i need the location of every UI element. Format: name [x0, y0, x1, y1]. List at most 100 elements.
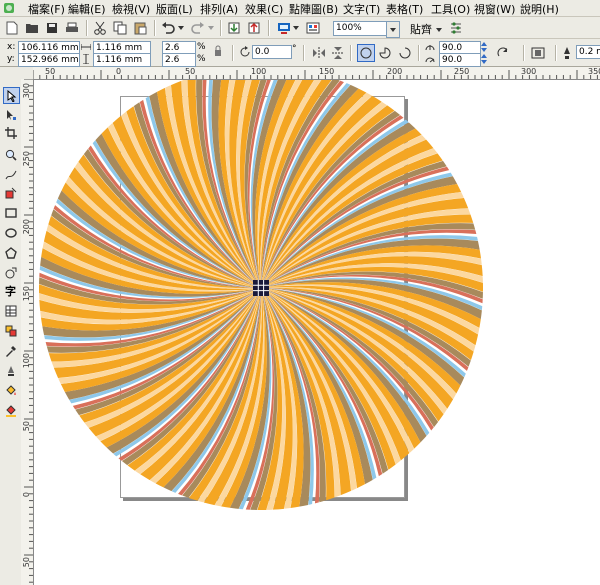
- ruler-h-label: 150: [319, 67, 335, 76]
- undo-icon[interactable]: [160, 20, 176, 36]
- polygon-tool-icon[interactable]: [3, 245, 18, 260]
- swirl-flower-artwork[interactable]: [34, 80, 600, 585]
- shape-tool-icon[interactable]: [3, 107, 18, 122]
- mirror-horizontal-icon[interactable]: [311, 45, 327, 61]
- x-position-label: x:: [7, 42, 16, 52]
- menu-bar: 檔案(F) 編輯(E) 檢視(V) 版面(L) 排列(A) 效果(C) 點陣圖(…: [0, 0, 600, 17]
- toolbox: 字: [0, 67, 22, 585]
- zoom-tool-icon[interactable]: [3, 147, 18, 162]
- launcher-dropdown-icon[interactable]: [292, 20, 300, 36]
- export-icon[interactable]: [246, 20, 262, 36]
- print-icon[interactable]: [64, 20, 80, 36]
- vertical-ruler[interactable]: 300 250 200 150 100 50 0 50: [21, 79, 34, 585]
- standard-toolbar: 100% 貼齊: [0, 17, 600, 39]
- ruler-h-label: 300: [521, 67, 537, 76]
- outline-width-icon: [562, 45, 572, 61]
- menu-table[interactable]: 表格(T): [386, 1, 423, 17]
- property-bar: x: y: 106.116 mm 152.966 mm 1.116 mm 1.1…: [0, 39, 600, 67]
- width-icon: [80, 41, 92, 53]
- toolbar-separator: [86, 20, 88, 36]
- rotation-angle-field[interactable]: 0.0: [252, 45, 292, 59]
- redo-dropdown-icon[interactable]: [207, 20, 215, 36]
- application-launcher-icon[interactable]: [276, 20, 292, 36]
- horizontal-ruler[interactable]: 50 0 50 100 150 200 250 300 350: [33, 67, 600, 80]
- lock-ratio-icon[interactable]: [211, 44, 225, 58]
- ruler-v-label: 250: [22, 151, 31, 167]
- end-angle-field[interactable]: 90.0: [439, 53, 481, 67]
- wrap-text-icon[interactable]: [530, 45, 546, 61]
- mirror-vertical-icon[interactable]: [330, 45, 346, 61]
- arc-mode-icon[interactable]: [397, 45, 413, 61]
- snap-to-button[interactable]: 貼齊: [410, 21, 432, 37]
- menu-file[interactable]: 檔案(F): [28, 1, 65, 17]
- menu-bitmaps[interactable]: 點陣圖(B): [289, 1, 338, 17]
- end-angle-spinner-icon[interactable]: [480, 54, 488, 64]
- cut-icon[interactable]: [92, 20, 108, 36]
- toolbar-separator: [523, 45, 525, 61]
- scale-y-field[interactable]: 2.6: [162, 53, 196, 67]
- save-icon[interactable]: [44, 20, 60, 36]
- menu-window[interactable]: 視窗(W): [474, 1, 515, 17]
- menu-layout[interactable]: 版面(L): [156, 1, 193, 17]
- direction-toggle-icon[interactable]: [495, 45, 511, 61]
- snap-dropdown-icon[interactable]: [435, 22, 443, 38]
- table-tool-icon[interactable]: [3, 303, 18, 318]
- interactive-blend-tool-icon[interactable]: [3, 323, 18, 338]
- menu-tools[interactable]: 工具(O): [431, 1, 470, 17]
- ruler-v-label: 50: [22, 557, 31, 568]
- interactive-fill-tool-icon[interactable]: [3, 403, 18, 418]
- import-icon[interactable]: [226, 20, 242, 36]
- rotation-icon: [239, 46, 251, 58]
- menu-text[interactable]: 文字(T): [343, 1, 380, 17]
- menu-view[interactable]: 檢視(V): [112, 1, 150, 17]
- zoom-level-field[interactable]: 100%: [333, 21, 389, 36]
- end-angle-icon: [423, 53, 437, 65]
- height-field[interactable]: 1.116 mm: [93, 53, 151, 67]
- outline-pen-tool-icon[interactable]: [3, 363, 18, 378]
- center-selection-handle[interactable]: [253, 280, 269, 296]
- freehand-tool-icon[interactable]: [3, 167, 18, 182]
- toolbar-separator: [220, 20, 222, 36]
- ruler-v-label: 100: [22, 353, 31, 369]
- height-icon: [80, 53, 92, 65]
- ellipse-mode-icon[interactable]: [357, 44, 375, 62]
- y-position-field[interactable]: 152.966 mm: [18, 53, 80, 67]
- redo-icon[interactable]: [190, 20, 206, 36]
- fill-tool-icon[interactable]: [3, 383, 18, 398]
- basic-shapes-tool-icon[interactable]: [3, 265, 18, 280]
- ruler-h-label: 350: [588, 67, 600, 76]
- open-folder-icon[interactable]: [24, 20, 40, 36]
- pick-tool-icon[interactable]: [3, 87, 20, 104]
- drawing-canvas[interactable]: [34, 80, 600, 585]
- paste-icon[interactable]: [132, 20, 148, 36]
- text-tool-icon[interactable]: 字: [3, 283, 18, 298]
- crop-tool-icon[interactable]: [3, 125, 18, 140]
- toolbar-separator: [154, 20, 156, 36]
- eyedropper-tool-icon[interactable]: [3, 343, 18, 358]
- zoom-dropdown-icon[interactable]: [386, 21, 400, 38]
- options-icon[interactable]: [448, 20, 464, 36]
- menu-edit[interactable]: 編輯(E): [68, 1, 106, 17]
- ellipse-tool-icon[interactable]: [3, 225, 18, 240]
- menu-effects[interactable]: 效果(C): [245, 1, 283, 17]
- rectangle-tool-icon[interactable]: [3, 205, 18, 220]
- smart-fill-tool-icon[interactable]: [3, 185, 18, 200]
- ruler-h-label: 100: [251, 67, 267, 76]
- ruler-v-label: 200: [22, 219, 31, 235]
- ruler-h-label: 50: [45, 67, 56, 76]
- pie-mode-icon[interactable]: [377, 45, 393, 61]
- menu-help[interactable]: 說明(H): [520, 1, 559, 17]
- copy-icon[interactable]: [112, 20, 128, 36]
- toolbar-separator: [232, 45, 234, 61]
- toolbar-separator: [268, 20, 270, 36]
- start-angle-spinner-icon[interactable]: [480, 42, 488, 52]
- rotation-degree-label: °: [292, 44, 297, 54]
- app-logo-icon: [4, 3, 14, 13]
- welcome-screen-icon[interactable]: [305, 20, 321, 36]
- undo-dropdown-icon[interactable]: [177, 20, 185, 36]
- toolbar-separator: [350, 45, 352, 61]
- scale-x-percent-label: %: [197, 42, 206, 52]
- menu-arrange[interactable]: 排列(A): [200, 1, 238, 17]
- new-document-icon[interactable]: [4, 20, 20, 36]
- outline-width-field[interactable]: 0.2 m: [576, 45, 600, 59]
